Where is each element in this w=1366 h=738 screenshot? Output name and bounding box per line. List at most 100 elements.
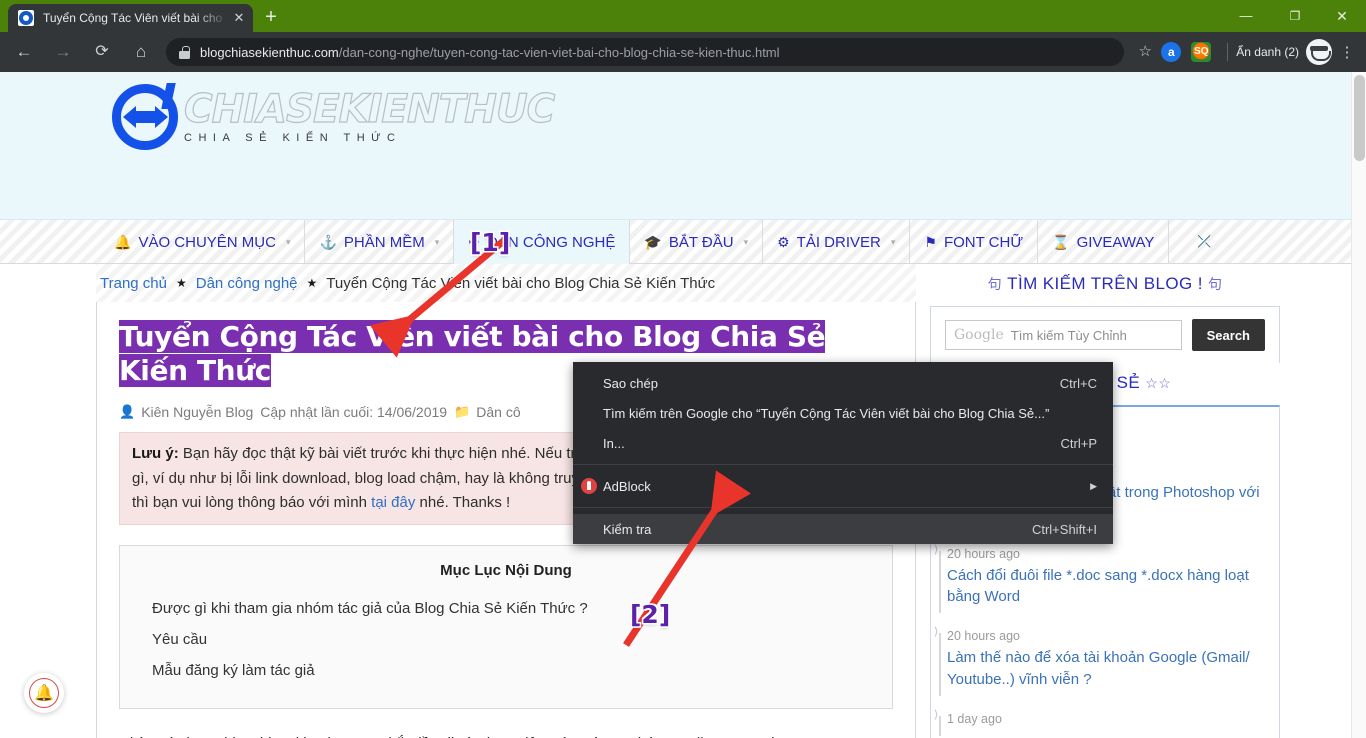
search-widget: 句 TÌM KIẾM TRÊN BLOG ! 句 Google Tìm kiếm…	[930, 264, 1280, 363]
browser-window: Tuyển Cộng Tác Viên viết bài cho ✕ + — ❐…	[0, 0, 1366, 738]
graduation-cap-icon: 🎓	[644, 233, 662, 250]
extension-a-icon[interactable]: a	[1161, 42, 1182, 62]
list-item[interactable]: 1 day ago	[931, 702, 1279, 738]
new-tab-button[interactable]: +	[258, 6, 284, 30]
menu-item-label: In...	[603, 435, 625, 451]
scrollbar-thumb[interactable]	[1354, 75, 1365, 161]
list-item[interactable]: 20 hours ago Cách đổi đuôi file *.doc sa…	[931, 537, 1279, 620]
nav-label: FONT CHỮ	[943, 233, 1024, 251]
forward-button[interactable]: →	[48, 37, 78, 67]
back-button[interactable]: ←	[9, 37, 39, 67]
toc-item[interactable]: Được gì khi tham gia nhóm tác giả của Bl…	[140, 593, 872, 624]
incognito-icon[interactable]	[1306, 39, 1332, 65]
star-icon: ★	[306, 276, 318, 290]
context-menu-item-adblock[interactable]: AdBlock ▶	[573, 471, 1113, 501]
chevron-down-icon: ▾	[743, 236, 749, 247]
bell-icon: 🔔	[29, 678, 59, 708]
user-icon: 👤	[119, 404, 136, 420]
menu-item-label: AdBlock	[603, 478, 651, 494]
item-time: 20 hours ago	[947, 546, 1020, 561]
deco-glyph-left: 句	[987, 276, 1003, 292]
reload-button[interactable]: ⟳	[87, 37, 117, 67]
window-close-button[interactable]: ✕	[1319, 0, 1365, 32]
browser-title-bar: Tuyển Cộng Tác Viên viết bài cho ✕ + — ❐…	[0, 0, 1366, 32]
nav-item-phan-mem[interactable]: ⚓ PHẦN MỀM ▾	[305, 220, 455, 264]
search-input[interactable]: Google Tìm kiếm Tùy Chỉnh	[945, 320, 1182, 350]
site-navigation: 🔔 VÀO CHUYÊN MỤC ▾ ⚓ PHẦN MỀM ▾ ✈ DÂN CÔ…	[0, 220, 1351, 264]
toc-title: Mục Lục Nội Dung	[440, 562, 572, 580]
menu-item-shortcut: Ctrl+Shift+I	[1031, 521, 1097, 537]
nav-item-font-chu[interactable]: ⚑ FONT CHỮ	[910, 220, 1039, 264]
toc-item[interactable]: Mẫu đăng ký làm tác giả	[140, 655, 872, 686]
context-menu-item-search-google[interactable]: Tìm kiếm trên Google cho “Tuyển Cộng Tác…	[573, 398, 1113, 428]
tab-close-icon[interactable]: ✕	[231, 10, 247, 26]
breadcrumb-category[interactable]: Dân công nghệ	[196, 275, 298, 292]
nav-item-tai-driver[interactable]: ⚙ TẢI DRIVER ▾	[763, 220, 911, 264]
article-body-first-line: Chào các bạn ! blogchiasekienthuc.com bắ…	[119, 731, 893, 738]
window-maximize-button[interactable]: ❐	[1272, 0, 1318, 32]
url-path: /dan-cong-nghe/tuyen-cong-tac-vien-viet-…	[338, 44, 780, 60]
bookmark-star-icon[interactable]: ☆	[1132, 39, 1158, 65]
tab-favicon-icon	[18, 10, 34, 26]
address-bar[interactable]: blogchiasekienthuc.com/dan-cong-nghe/tuy…	[166, 38, 1125, 66]
context-menu: Sao chép Ctrl+C Tìm kiếm trên Google cho…	[573, 362, 1113, 544]
browser-tab[interactable]: Tuyển Cộng Tác Viên viết bài cho ✕	[8, 4, 253, 32]
chevron-down-icon: ▾	[285, 236, 291, 247]
nav-label: PHẦN MỀM	[343, 233, 425, 251]
notice-link[interactable]: tại đây	[371, 494, 415, 511]
hourglass-icon: ⌛	[1052, 233, 1070, 250]
menu-item-shortcut: Ctrl+C	[1059, 375, 1097, 391]
bell-icon: 🔔	[114, 233, 132, 250]
window-minimize-button[interactable]: —	[1223, 0, 1269, 32]
search-button[interactable]: Search	[1191, 319, 1265, 351]
menu-item-label: Sao chép	[603, 375, 658, 391]
nav-item-giveaway[interactable]: ⌛ GIVEAWAY	[1038, 220, 1170, 264]
incognito-label: Ẩn danh (2)	[1236, 45, 1299, 59]
chevron-down-icon: ▾	[890, 236, 896, 247]
extension-sq-icon[interactable]: SQ	[1191, 42, 1212, 62]
list-item[interactable]: 20 hours ago Làm thế nào để xóa tài khoả…	[931, 619, 1279, 702]
logo-mark-icon	[112, 83, 178, 150]
breadcrumb: Trang chủ ★ Dân công nghệ ★ Tuyển Cộng T…	[96, 264, 916, 302]
context-menu-item-copy[interactable]: Sao chép Ctrl+C	[573, 368, 1113, 398]
anchor-icon: ⚓	[319, 233, 337, 250]
menu-item-label: Tìm kiếm trên Google cho “Tuyển Cộng Tác…	[603, 405, 1050, 421]
search-widget-label: TÌM KIẾM TRÊN BLOG !	[1007, 274, 1203, 293]
shuffle-icon[interactable]: ⤫	[1197, 232, 1211, 252]
stars-icon: ☆☆	[1145, 375, 1172, 391]
notice-suffix: nhé. Thanks !	[415, 493, 511, 511]
plane-icon: ✈	[468, 233, 481, 250]
breadcrumb-home[interactable]: Trang chủ	[100, 275, 167, 292]
item-title[interactable]: Làm thế nào để xóa tài khoản Google (Gma…	[947, 647, 1267, 690]
nav-item-vao-chuyen-muc[interactable]: 🔔 VÀO CHUYÊN MỤC ▾	[100, 220, 306, 264]
notification-bell-button[interactable]: 🔔	[24, 673, 64, 713]
adblock-icon	[581, 478, 597, 494]
article-updated: Cập nhật lần cuối: 14/06/2019	[260, 404, 448, 421]
browser-toolbar: ← → ⟳ ⌂ blogchiasekienthuc.com/dan-cong-…	[0, 32, 1366, 72]
nav-label: VÀO CHUYÊN MỤC	[138, 233, 276, 251]
home-button[interactable]: ⌂	[126, 37, 156, 67]
browser-menu-icon[interactable]: ⋮	[1336, 45, 1358, 60]
search-widget-title: 句 TÌM KIẾM TRÊN BLOG ! 句	[930, 264, 1280, 306]
site-header: CHIASEKIENTHUC CHIA SẺ KIẾN THỨC	[0, 72, 1351, 220]
item-title[interactable]: Cách đổi đuôi file *.doc sang *.docx hàn…	[947, 565, 1267, 608]
logo-wordmark: CHIASEKIENTHUC	[183, 87, 555, 132]
page-scrollbar[interactable]	[1351, 72, 1366, 738]
chevron-right-icon: ▶	[1090, 480, 1097, 491]
url-domain: blogchiasekienthuc.com	[200, 44, 339, 60]
toc-item[interactable]: Yêu cầu	[140, 624, 872, 655]
article-author: Kiên Nguyễn Blog	[141, 404, 254, 421]
item-time: 1 day ago	[947, 712, 1002, 727]
nav-label: GIVEAWAY	[1076, 233, 1155, 251]
nav-item-dan-cong-nghe[interactable]: ✈ DÂN CÔNG NGHỆ	[454, 220, 631, 264]
star-icon: ★	[175, 276, 187, 290]
flag-icon: ⚑	[924, 233, 937, 250]
search-widget-box: Google Tìm kiếm Tùy Chỉnh Search	[930, 306, 1280, 363]
context-menu-item-print[interactable]: In... Ctrl+P	[573, 428, 1113, 458]
site-logo[interactable]: CHIASEKIENTHUC CHIA SẺ KIẾN THỨC	[112, 83, 556, 150]
article-category: Dân cô	[476, 404, 521, 421]
nav-item-bat-dau[interactable]: 🎓 BẮT ĐẦU ▾	[630, 220, 764, 264]
context-menu-item-inspect[interactable]: Kiểm tra Ctrl+Shift+I	[573, 514, 1113, 544]
notice-prefix: Lưu ý:	[132, 445, 179, 463]
nav-label: BẮT ĐẦU	[668, 233, 734, 251]
